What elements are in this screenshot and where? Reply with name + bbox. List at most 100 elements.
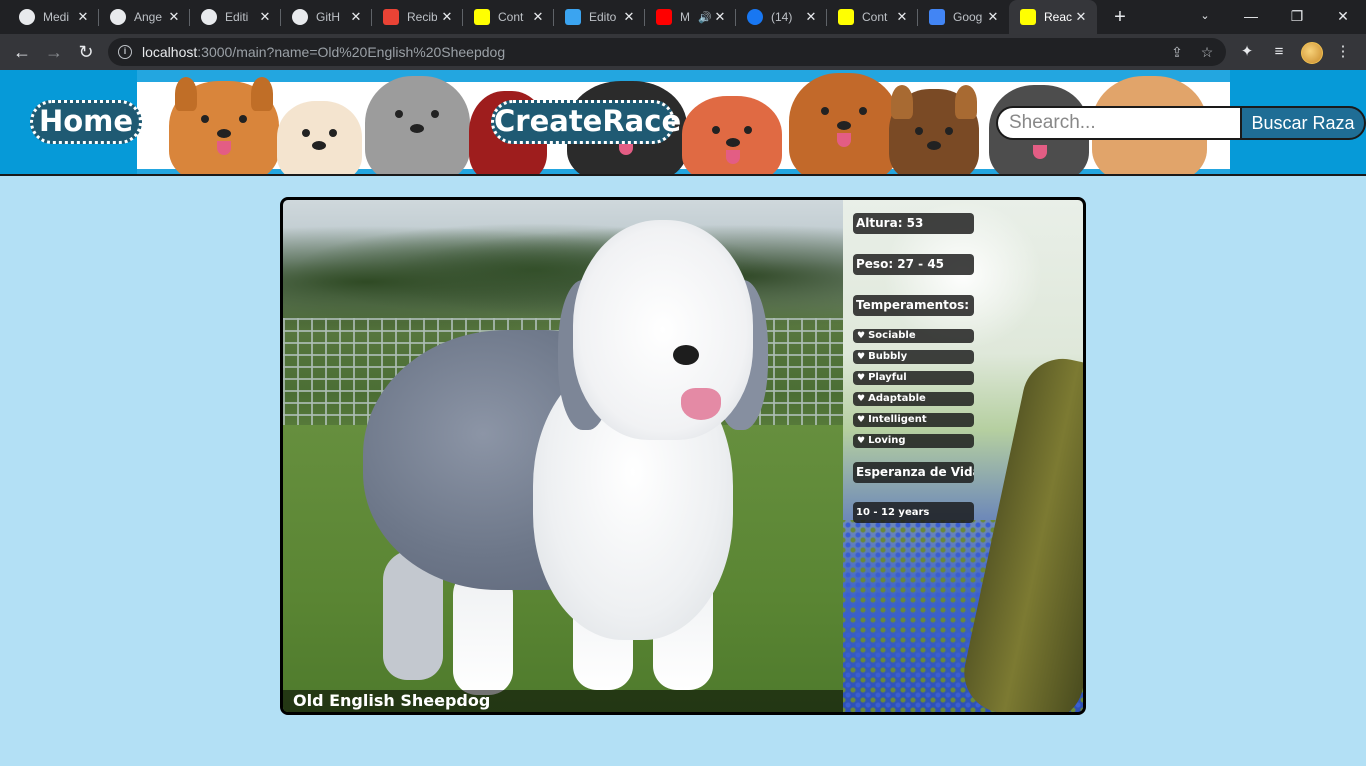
medium-icon <box>565 9 581 25</box>
heart-icon: ♥ <box>857 436 866 446</box>
minimize-button[interactable]: — <box>1228 0 1274 34</box>
cartoon-dog <box>789 73 899 174</box>
speaker-icon[interactable]: 🔊 <box>698 11 712 24</box>
tab-title: Goog <box>953 10 983 24</box>
github-icon <box>201 9 217 25</box>
henry-icon <box>474 9 490 25</box>
home-link[interactable]: Home <box>30 100 142 144</box>
temperament-item: ♥ Sociable <box>853 329 974 343</box>
close-icon[interactable]: ✕ <box>439 9 455 25</box>
browser-tab-strip: Medi ✕ Ange ✕ Editi ✕ GitH ✕ Recib ✕ Con… <box>0 0 1366 34</box>
close-icon[interactable]: ✕ <box>75 9 91 25</box>
browser-tab[interactable]: Goog ✕ <box>918 0 1009 34</box>
browser-toolbar: ← → ↻ i localhost:3000/main?name=Old%20E… <box>0 34 1366 70</box>
browser-tab[interactable]: Ange ✕ <box>99 0 190 34</box>
gmail-icon <box>383 9 399 25</box>
tab-title: Editi <box>225 10 249 24</box>
close-icon[interactable]: ✕ <box>348 9 364 25</box>
temperaments-heading: Temperamentos: <box>853 295 974 316</box>
tab-title: GitH <box>316 10 340 24</box>
height-label: Altura: 53 <box>853 213 974 234</box>
browser-tab-active[interactable]: Reac ✕ <box>1009 0 1097 34</box>
url-text: localhost:3000/main?name=Old%20English%2… <box>142 44 506 60</box>
temperament-item: ♥ Loving <box>853 434 974 448</box>
browser-tab[interactable]: Recib ✕ <box>372 0 463 34</box>
heart-icon: ♥ <box>857 415 866 425</box>
google-translate-icon <box>929 9 945 25</box>
breed-detail-card: Old English Sheepdog Altura: 53 Peso: 27… <box>280 197 1086 715</box>
breed-info-panel: Altura: 53 Peso: 27 - 45 Temperamentos: … <box>843 200 1083 712</box>
share-icon[interactable]: ⇪ <box>1168 43 1186 61</box>
browser-tab[interactable]: Cont ✕ <box>463 0 554 34</box>
forward-icon[interactable]: → <box>40 38 68 66</box>
tab-title: Ange <box>134 10 163 24</box>
browser-tab[interactable]: Cont ✕ <box>827 0 918 34</box>
breed-photo: Old English Sheepdog <box>283 200 843 712</box>
cartoon-dog <box>889 85 979 174</box>
browser-tab[interactable]: GitH ✕ <box>281 0 372 34</box>
cartoon-dog <box>277 101 362 174</box>
tab-title: Cont <box>862 10 888 24</box>
temperament-item: ♥ Adaptable <box>853 392 974 406</box>
sheepdog-image <box>363 220 793 700</box>
address-bar[interactable]: i localhost:3000/main?name=Old%20English… <box>108 38 1226 66</box>
github-icon <box>110 9 126 25</box>
github-icon <box>292 9 308 25</box>
facebook-icon <box>747 9 763 25</box>
henry-icon <box>838 9 854 25</box>
henry-icon <box>1020 9 1036 25</box>
life-span-heading: Esperanza de Vida: <box>853 462 974 483</box>
close-icon[interactable]: ✕ <box>894 9 910 25</box>
search-input[interactable] <box>996 106 1240 140</box>
weight-label: Peso: 27 - 45 <box>853 254 974 275</box>
heart-icon: ♥ <box>857 394 866 404</box>
breed-name: Old English Sheepdog <box>283 690 843 712</box>
browser-tab[interactable]: Medi ✕ <box>8 0 99 34</box>
heart-icon: ♥ <box>857 373 866 383</box>
temperament-item: ♥ Bubbly <box>853 350 974 364</box>
new-tab-button[interactable]: + <box>1108 5 1132 29</box>
youtube-icon <box>656 9 672 25</box>
close-icon[interactable]: ✕ <box>257 9 273 25</box>
media-control-icon[interactable]: ≡ <box>1269 42 1289 62</box>
close-icon[interactable]: ✕ <box>712 9 728 25</box>
restore-button[interactable]: ❐ <box>1274 0 1320 34</box>
heart-icon: ♥ <box>857 352 866 362</box>
temperament-item: ♥ Intelligent <box>853 413 974 427</box>
tab-title: Recib <box>407 10 437 24</box>
close-icon[interactable]: ✕ <box>803 9 819 25</box>
browser-tab[interactable]: Editi ✕ <box>190 0 281 34</box>
tab-title: Reac <box>1044 10 1073 24</box>
browser-tab[interactable]: (14) ✕ <box>736 0 827 34</box>
life-span-value: 10 - 12 years <box>853 502 974 523</box>
temperament-item: ♥ Playful <box>853 371 974 385</box>
close-icon[interactable]: ✕ <box>985 9 1001 25</box>
cartoon-dog <box>682 96 782 174</box>
tab-title: Edito <box>589 10 617 24</box>
tab-title: Cont <box>498 10 524 24</box>
reload-icon[interactable]: ↻ <box>72 38 100 66</box>
browser-tab[interactable]: M 🔊 ✕ <box>645 0 736 34</box>
star-icon[interactable]: ☆ <box>1198 43 1216 61</box>
tab-title: M <box>680 10 690 24</box>
info-icon[interactable]: i <box>118 45 132 59</box>
tab-search-icon[interactable]: ⌄ <box>1182 0 1228 34</box>
github-icon <box>19 9 35 25</box>
cartoon-dog <box>365 76 470 174</box>
search-button[interactable]: Buscar Raza <box>1240 106 1366 140</box>
tab-title: (14) <box>771 10 793 24</box>
profile-avatar[interactable] <box>1301 42 1323 64</box>
close-window-button[interactable]: ✕ <box>1320 0 1366 34</box>
back-icon[interactable]: ← <box>8 38 36 66</box>
close-icon[interactable]: ✕ <box>166 9 182 25</box>
app-header: Home CreateRace Buscar Raza <box>0 70 1366 176</box>
close-icon[interactable]: ✕ <box>530 9 546 25</box>
create-race-link[interactable]: CreateRace <box>491 100 681 144</box>
browser-tab[interactable]: Edito ✕ <box>554 0 645 34</box>
cartoon-dog <box>169 77 279 174</box>
extensions-icon[interactable]: ✦ <box>1237 42 1257 62</box>
heart-icon: ♥ <box>857 331 866 341</box>
close-icon[interactable]: ✕ <box>621 9 637 25</box>
close-icon[interactable]: ✕ <box>1073 9 1089 25</box>
menu-icon[interactable]: ⋮ <box>1333 42 1353 62</box>
